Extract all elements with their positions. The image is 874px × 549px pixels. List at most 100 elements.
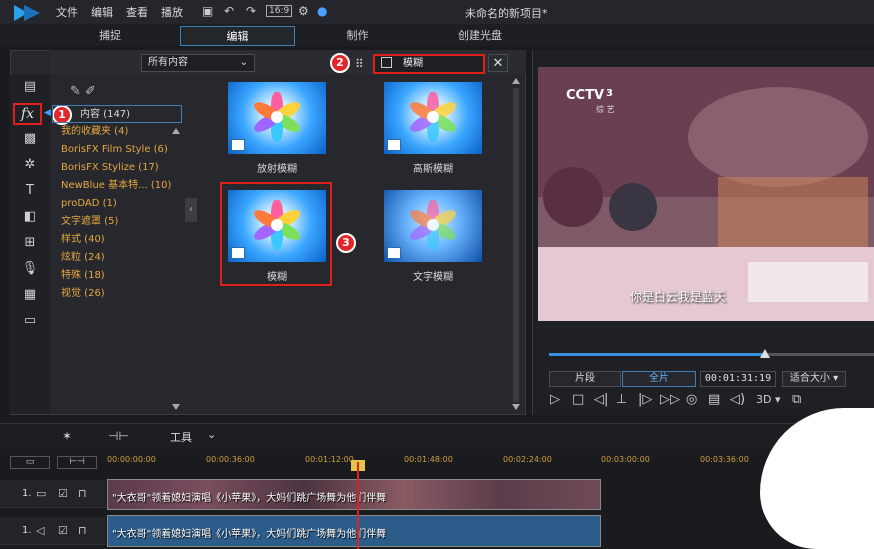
- channel-subtitle: 综 艺: [596, 105, 615, 114]
- category-item[interactable]: 样式 (40): [52, 231, 182, 249]
- category-item[interactable]: 文字遮罩 (5): [52, 213, 182, 231]
- channel-logo: CCTV: [566, 88, 605, 103]
- video-clip[interactable]: "大衣哥"领着媳妇演唱《小苹果》，大妈们跳广场舞为他们伴舞: [107, 479, 601, 510]
- effect-type-icon: [387, 139, 401, 151]
- tools-menu-label[interactable]: 工具: [170, 429, 192, 445]
- category-item[interactable]: 特殊 (18): [52, 267, 182, 285]
- track-number: 1.: [22, 525, 32, 536]
- effect-thumbnail[interactable]: [384, 190, 482, 262]
- track-enable-checkbox[interactable]: ☑: [58, 487, 68, 500]
- category-item[interactable]: NewBlue 基本特... (10): [52, 177, 182, 195]
- menu-bar: 文件 编辑 查看 播放 ▣ ↶ ↷ 16:9 ⚙ ● 未命名的新项目*: [0, 0, 874, 24]
- magic-tool-icon[interactable]: ✶: [62, 429, 72, 443]
- menu-file[interactable]: 文件: [56, 4, 78, 20]
- ruler-tick: 00:03:36:00: [700, 455, 749, 464]
- tab-capture[interactable]: 捕捉: [60, 26, 160, 46]
- category-item[interactable]: BorisFX Stylize (17): [52, 159, 182, 177]
- seek-knob[interactable]: [760, 349, 770, 358]
- fit-timeline-icon[interactable]: ⊢⊣: [57, 456, 97, 469]
- effect-label: 文字模糊: [413, 272, 453, 283]
- clip-mode-button[interactable]: 片段: [549, 371, 621, 387]
- content-filter-dropdown[interactable]: 所有内容 ⌄: [141, 54, 255, 72]
- next-frame-icon[interactable]: |▷: [638, 392, 652, 407]
- menu-edit[interactable]: 编辑: [91, 4, 113, 20]
- snapshot-camera-icon[interactable]: ◎: [686, 392, 697, 407]
- split-icon[interactable]: ⊥: [616, 392, 627, 407]
- notification-icon[interactable]: ●: [317, 4, 327, 18]
- step-badge-2: 2: [330, 53, 350, 73]
- category-list: 内容 (147) 我的收藏夹 (4) BorisFX Film Style (6…: [52, 105, 182, 303]
- tab-edit[interactable]: 编辑: [180, 26, 295, 46]
- collapse-panel-button[interactable]: ‹: [185, 198, 197, 222]
- room-toolbar: ▤ ▩ ✲ T ◧ ⊞ 🎙 ▦ ▭: [10, 74, 50, 414]
- media-room-icon[interactable]: ▤: [21, 78, 39, 96]
- fast-forward-icon[interactable]: ▷▷: [660, 392, 680, 407]
- transition-room-icon[interactable]: ◧: [21, 208, 39, 226]
- fx-room-button[interactable]: fx: [13, 103, 42, 125]
- aspect-ratio-selector[interactable]: 16:9: [266, 5, 293, 17]
- audio-clip[interactable]: "大衣哥"领着媳妇演唱《小苹果》，大妈们跳广场舞为他们伴舞: [107, 515, 601, 547]
- tag-icons[interactable]: ✎ ✐: [70, 84, 96, 99]
- volume-icon[interactable]: ◁): [730, 392, 745, 407]
- undock-icon[interactable]: ⧉: [792, 392, 801, 407]
- stop-icon[interactable]: □: [572, 392, 584, 407]
- menu-view[interactable]: 查看: [126, 4, 148, 20]
- subtitle-toggle-icon[interactable]: ▤: [708, 392, 720, 407]
- category-item[interactable]: 视觉 (26): [52, 285, 182, 303]
- prev-frame-icon[interactable]: ◁|: [594, 392, 608, 407]
- track-manager-icon[interactable]: ▭: [10, 456, 50, 469]
- category-item[interactable]: 炫粒 (24): [52, 249, 182, 267]
- audio-mix-room-icon[interactable]: ⊞: [21, 234, 39, 252]
- effect-type-icon: [387, 247, 401, 259]
- 3d-toggle[interactable]: 3D ▾: [756, 393, 781, 406]
- seek-bar-remaining: [765, 353, 874, 356]
- redo-icon[interactable]: ↷: [246, 4, 256, 18]
- save-icon[interactable]: ▣: [202, 4, 213, 18]
- effects-grid-scrollbar[interactable]: [512, 78, 520, 410]
- play-icon[interactable]: ▷: [550, 392, 560, 407]
- video-preview: [538, 67, 874, 321]
- lock-icon[interactable]: ⊓: [78, 487, 87, 500]
- clip-title: "大衣哥"领着媳妇演唱《小苹果》，大妈们跳广场舞为他们伴舞: [112, 529, 387, 540]
- title-room-icon[interactable]: T: [21, 182, 39, 200]
- video-frame-image: [538, 67, 874, 321]
- voice-record-icon[interactable]: 🎙: [21, 260, 39, 278]
- tab-create-disc[interactable]: 创建光盘: [425, 26, 535, 46]
- category-item[interactable]: proDAD (1): [52, 195, 182, 213]
- grid-view-icon[interactable]: ⠿: [355, 57, 364, 71]
- trim-icon[interactable]: ⊣⊢: [108, 429, 129, 443]
- clear-search-button[interactable]: ✕: [488, 54, 508, 72]
- lock-icon[interactable]: ⊓: [78, 524, 87, 537]
- subtitle-room-icon[interactable]: ▭: [21, 312, 39, 330]
- effect-label: 放射模糊: [257, 164, 297, 175]
- audio-track-header: 1. ◁ ☑ ⊓: [0, 517, 106, 545]
- undo-icon[interactable]: ↶: [224, 4, 234, 18]
- category-item[interactable]: 内容 (147): [52, 105, 182, 123]
- search-value: 模糊: [403, 58, 423, 69]
- pip-room-icon[interactable]: ▩: [21, 130, 39, 148]
- fit-size-dropdown[interactable]: 适合大小 ▾: [782, 371, 846, 387]
- effect-thumbnail[interactable]: [384, 82, 482, 154]
- chapter-room-icon[interactable]: ▦: [21, 286, 39, 304]
- active-room-arrow-icon: ◀: [44, 108, 51, 118]
- track-enable-checkbox[interactable]: ☑: [58, 524, 68, 537]
- effect-flower-icon: [410, 92, 456, 142]
- menu-play[interactable]: 播放: [161, 4, 183, 20]
- track-number: 1.: [22, 488, 32, 499]
- chevron-down-icon[interactable]: ⌄: [207, 428, 216, 441]
- settings-gear-icon[interactable]: ⚙: [298, 4, 309, 18]
- category-item[interactable]: 我的收藏夹 (4): [52, 123, 182, 141]
- tab-produce[interactable]: 制作: [310, 26, 405, 46]
- category-item[interactable]: BorisFX Film Style (6): [52, 141, 182, 159]
- app-logo-icon: [14, 5, 40, 21]
- clip-title: "大衣哥"领着媳妇演唱《小苹果》，大妈们跳广场舞为他们伴舞: [112, 493, 387, 504]
- movie-mode-button[interactable]: 全片: [622, 371, 696, 387]
- playhead-line[interactable]: [357, 462, 359, 549]
- video-track-header: 1. ▭ ☑ ⊓: [0, 480, 106, 508]
- effect-thumbnail[interactable]: [228, 82, 326, 154]
- selected-effect-highlight: [220, 182, 332, 286]
- category-scrollbar[interactable]: [172, 128, 180, 410]
- search-input[interactable]: 模糊: [373, 54, 485, 74]
- particle-room-icon[interactable]: ✲: [21, 156, 39, 174]
- timecode-display[interactable]: 00:01:31:19: [700, 371, 776, 387]
